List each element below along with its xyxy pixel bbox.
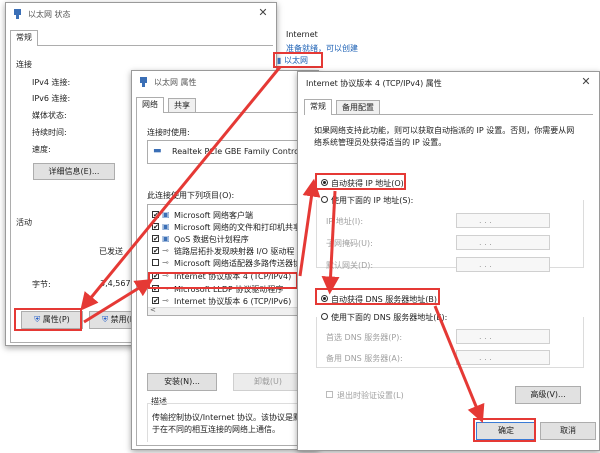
- items-list: ✔ ▣ Microsoft 网络客户端 ✔ ▣ Microsoft 网络的文件和…: [147, 204, 320, 316]
- item-checkbox[interactable]: [152, 259, 159, 266]
- subnet-mask-label: 子网掩码(U):: [326, 239, 373, 248]
- tab-general[interactable]: 常规: [10, 30, 38, 46]
- ip-address-label: IP 地址(I):: [326, 217, 364, 226]
- ipv4-titlebar: Internet 协议版本 4 (TCP/IPv4) 属性 ✕: [298, 72, 599, 94]
- network-client-icon: ▣: [162, 210, 170, 219]
- validate-checkbox[interactable]: [326, 391, 333, 398]
- ipv4-window-title: Internet 协议版本 4 (TCP/IPv4) 属性: [306, 79, 442, 88]
- speed-label: 速度:: [32, 145, 51, 154]
- connect-using-label: 连接时使用:: [147, 128, 190, 137]
- tab-alternate-config[interactable]: 备用配置: [336, 100, 380, 115]
- description-line-1: 传输控制协议/Internet 协议。该协议是默: [152, 413, 302, 422]
- bytes-label: 字节:: [32, 280, 51, 289]
- highlight-auto-ip: [315, 173, 406, 190]
- item-checkbox[interactable]: ✔: [152, 211, 159, 219]
- horizontal-scrollbar[interactable]: <: [148, 306, 320, 315]
- description-line-2: 于在不同的相互连接的网络上通信。: [152, 425, 280, 434]
- close-icon[interactable]: ✕: [579, 75, 593, 89]
- adapter-box: ▬ Realtek PCIe GBE Family Controlle: [147, 140, 320, 164]
- ip-address-field[interactable]: . . .: [456, 213, 550, 228]
- intro-line-2: 络系统管理员处获得适当的 IP 设置。: [314, 138, 447, 147]
- ipv4-panel: 如果网络支持此功能，则可以获取自动指派的 IP 设置。否则，你需要从网 络系统管…: [304, 114, 596, 440]
- gateway-field[interactable]: . . .: [456, 257, 550, 272]
- item-label: Internet 协议版本 6 (TCP/IPv6): [174, 297, 292, 306]
- properties-window: 以太网 属性 网络 共享 连接时使用: ▬ Realtek PCIe GBE F…: [131, 70, 320, 450]
- sent-label: 已发送: [99, 247, 123, 256]
- ipv4-window: Internet 协议版本 4 (TCP/IPv4) 属性 ✕ 常规 备用配置 …: [297, 71, 600, 451]
- media-state-label: 媒体状态:: [32, 111, 67, 120]
- ethernet-item[interactable]: ▮ 以太网: [277, 55, 308, 66]
- tab-network[interactable]: 网络: [136, 97, 164, 113]
- network-adapter-icon: [14, 9, 21, 19]
- subnet-mask-field[interactable]: . . .: [456, 235, 550, 250]
- network-adapter-icon: [140, 77, 147, 87]
- protocol-icon: ⊸: [162, 246, 169, 255]
- details-button[interactable]: 详细信息(E)...: [33, 163, 115, 180]
- item-label: 链路层拓扑发现映射器 I/O 驱动程: [174, 247, 295, 256]
- alternate-dns-field[interactable]: . . .: [456, 350, 550, 365]
- adapter-name: Realtek PCIe GBE Family Controlle: [172, 147, 309, 156]
- advanced-button[interactable]: 高级(V)...: [515, 386, 581, 404]
- network-card-icon: ▬: [153, 146, 162, 156]
- ethernet-item-label: 以太网: [283, 56, 308, 65]
- ipv4-connection-label: IPv4 连接:: [32, 78, 71, 87]
- file-sharing-icon: ▣: [162, 222, 170, 231]
- alternate-dns-label: 备用 DNS 服务器(A):: [326, 354, 403, 363]
- item-label: QoS 数据包计划程序: [174, 235, 249, 244]
- shield-icon: ⛨: [102, 315, 109, 324]
- description-box: 传输控制协议/Internet 协议。该协议是默 于在不同的相互连接的网络上通信…: [147, 403, 320, 442]
- item-checkbox[interactable]: ✔: [152, 235, 159, 243]
- item-label: Microsoft 网络适配器多路传送器协: [174, 259, 301, 268]
- intro-line-1: 如果网络支持此功能，则可以获取自动指派的 IP 设置。否则，你需要从网: [314, 126, 575, 135]
- qos-icon: ▣: [162, 234, 170, 243]
- item-checkbox[interactable]: ✔: [152, 223, 159, 231]
- gateway-label: 默认网关(D):: [326, 261, 374, 270]
- section-activity: 活动: [16, 218, 32, 227]
- close-icon[interactable]: ✕: [256, 6, 270, 20]
- network-adapter-icon: ▮: [277, 56, 282, 65]
- properties-titlebar: 以太网 属性: [132, 71, 318, 93]
- highlight-ipv4-item: [148, 272, 298, 289]
- highlight-auto-dns: [315, 288, 440, 305]
- highlight-properties-button: [14, 308, 82, 331]
- scroll-left-icon[interactable]: <: [150, 306, 156, 314]
- tab-sharing[interactable]: 共享: [168, 98, 196, 113]
- items-label: 此连接使用下列项目(O):: [147, 191, 235, 200]
- highlight-ok-button: [473, 418, 536, 442]
- protocol-icon: ⊸: [162, 258, 169, 267]
- item-checkbox[interactable]: ✔: [152, 247, 159, 255]
- section-connection: 连接: [16, 60, 32, 69]
- item-label: Microsoft 网络客户端: [174, 211, 253, 220]
- protocol-icon: ⊸: [162, 296, 169, 305]
- validate-label[interactable]: 退出时验证设置(L): [337, 390, 404, 401]
- ipv6-connection-label: IPv6 连接:: [32, 94, 71, 103]
- duration-label: 持续时间:: [32, 128, 67, 137]
- preferred-dns-field[interactable]: . . .: [456, 329, 550, 344]
- network-list-heading: Internet: [286, 30, 318, 39]
- cancel-button[interactable]: 取消: [540, 422, 596, 440]
- preferred-dns-label: 首选 DNS 服务器(P):: [326, 333, 403, 342]
- properties-window-title: 以太网 属性: [154, 78, 197, 87]
- tab-general[interactable]: 常规: [304, 99, 332, 115]
- status-window-title: 以太网 状态: [28, 10, 71, 19]
- install-button[interactable]: 安装(N)...: [147, 373, 217, 391]
- item-label: Microsoft 网络的文件和打印机共享: [174, 223, 301, 232]
- item-checkbox[interactable]: ✔: [152, 297, 159, 305]
- uninstall-button: 卸载(U): [233, 373, 303, 391]
- status-titlebar: 以太网 状态 ✕: [6, 3, 276, 25]
